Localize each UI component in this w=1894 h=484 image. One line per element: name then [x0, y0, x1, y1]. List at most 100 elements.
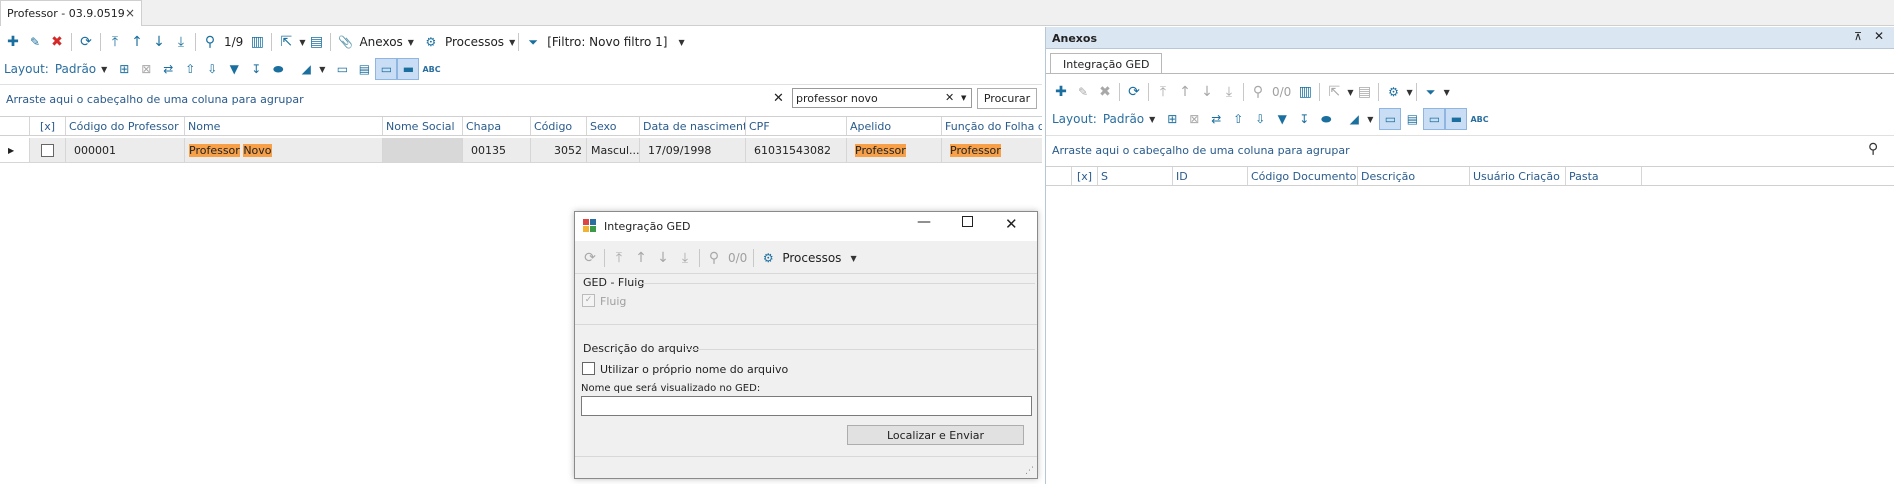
chevron-down-icon[interactable]: ▼: [961, 94, 966, 102]
column-header[interactable]: Descrição: [1358, 167, 1470, 185]
close-tab-icon[interactable]: ×: [125, 6, 135, 20]
layout-swap-icon[interactable]: ⇄: [1205, 108, 1227, 130]
search-button[interactable]: Procurar: [977, 88, 1037, 109]
shapes-icon[interactable]: ⬬: [1315, 108, 1337, 130]
move-up-icon[interactable]: ⇧: [179, 58, 201, 80]
refresh-icon[interactable]: ⟳: [75, 31, 97, 53]
move-down-icon[interactable]: ⇩: [1249, 108, 1271, 130]
columns-icon[interactable]: ▥: [1294, 81, 1316, 103]
next-record-icon[interactable]: ↓: [148, 31, 170, 53]
collapse-all-icon[interactable]: ⊠: [1183, 108, 1205, 130]
chevron-down-icon[interactable]: ▼: [850, 254, 856, 263]
collapse-all-icon[interactable]: ⊠: [135, 58, 157, 80]
table-row[interactable]: ▶ 000001 Professor Novo 00135 3052 Mascu…: [0, 138, 1042, 163]
paint-icon[interactable]: ▼: [223, 58, 245, 80]
refresh-icon[interactable]: ⟳: [1123, 81, 1145, 103]
row-expand-icon[interactable]: ▶: [0, 138, 30, 162]
split-icon[interactable]: ▤: [1401, 108, 1423, 130]
pin-icon[interactable]: ↧: [245, 58, 267, 80]
last-record-icon[interactable]: ⤓: [674, 247, 696, 269]
split-icon[interactable]: ▤: [353, 58, 375, 80]
fluig-checkbox[interactable]: ✓: [582, 294, 595, 307]
processos-menu-button[interactable]: Processos: [782, 251, 841, 265]
edit-icon[interactable]: ✎: [1072, 81, 1094, 103]
column-header[interactable]: Código do Professor: [66, 117, 185, 135]
chevron-down-icon[interactable]: ▼: [101, 65, 107, 74]
column-header[interactable]: [x]: [30, 117, 66, 135]
header-toggle-icon[interactable]: ▭: [375, 58, 398, 80]
row-checkbox[interactable]: [41, 143, 54, 157]
export-icon[interactable]: ⇱: [275, 31, 297, 53]
spellcheck-icon[interactable]: ABC: [1470, 115, 1488, 124]
layout-select[interactable]: Padrão: [1103, 112, 1144, 126]
refresh-icon[interactable]: ⟳: [579, 247, 601, 269]
add-icon[interactable]: ✚: [2, 31, 24, 53]
column-header[interactable]: Sexo: [587, 117, 640, 135]
row-select-cell[interactable]: [30, 138, 66, 162]
shapes-icon[interactable]: ⬬: [267, 58, 289, 80]
gear-icon[interactable]: ⚙: [1382, 81, 1404, 103]
search-combo[interactable]: professor novo ✕ ▼: [792, 88, 972, 108]
column-header[interactable]: Chapa: [463, 117, 531, 135]
edit-icon[interactable]: ✎: [24, 31, 46, 53]
delete-icon[interactable]: ✖: [46, 31, 68, 53]
use-filename-checkbox[interactable]: [582, 362, 595, 375]
previous-record-icon[interactable]: ↑: [1174, 81, 1196, 103]
chevron-down-icon[interactable]: ▼: [408, 38, 414, 47]
pin-icon[interactable]: ↧: [1293, 108, 1315, 130]
clear-search-icon[interactable]: ✕: [773, 91, 784, 106]
column-header[interactable]: Nome: [185, 117, 383, 135]
next-record-icon[interactable]: ↓: [652, 247, 674, 269]
layout-select[interactable]: Padrão: [55, 62, 96, 76]
last-record-icon[interactable]: ⤓: [170, 31, 192, 53]
delete-icon[interactable]: ✖: [1094, 81, 1116, 103]
minimize-icon[interactable]: —: [917, 214, 931, 230]
column-header[interactable]: Apelido: [847, 117, 942, 135]
expand-all-icon[interactable]: ⊞: [1161, 108, 1183, 130]
previous-record-icon[interactable]: ↑: [630, 247, 652, 269]
tab-integracao-ged[interactable]: Integração GED: [1050, 53, 1162, 74]
first-record-icon[interactable]: ⤒: [1152, 81, 1174, 103]
filter-menu-button[interactable]: [Filtro: Novo filtro 1]: [547, 35, 667, 49]
chevron-down-icon[interactable]: ▼: [1367, 115, 1373, 124]
column-header[interactable]: ID: [1173, 167, 1248, 185]
processos-menu-button[interactable]: Processos: [445, 35, 504, 49]
report-icon[interactable]: ▤: [305, 31, 327, 53]
document-tab[interactable]: Professor - 03.9.0519 ×: [0, 0, 142, 26]
header-toggle-icon[interactable]: ▭: [1423, 108, 1446, 130]
maximize-icon[interactable]: [962, 216, 973, 227]
row-toggle-icon[interactable]: ▬: [397, 58, 420, 80]
footer-icon[interactable]: ▭: [1379, 108, 1402, 130]
last-record-icon[interactable]: ⤓: [1218, 81, 1240, 103]
search-icon[interactable]: ⚲: [1247, 81, 1269, 103]
ged-name-input[interactable]: [581, 396, 1032, 416]
column-header[interactable]: Usuário Criação: [1470, 167, 1566, 185]
dialog-titlebar[interactable]: Integração GED — ✕: [575, 212, 1037, 241]
export-icon[interactable]: ⇱: [1323, 81, 1345, 103]
paint-icon[interactable]: ▼: [1271, 108, 1293, 130]
column-header[interactable]: Código: [531, 117, 587, 135]
resize-grip-icon[interactable]: ⋰: [1025, 466, 1034, 476]
previous-record-icon[interactable]: ↑: [126, 31, 148, 53]
column-header[interactable]: Função do Folha de: [942, 117, 1042, 135]
localizar-enviar-button[interactable]: Localizar e Enviar: [847, 425, 1024, 445]
filter-icon[interactable]: ⏷: [522, 31, 544, 53]
expand-all-icon[interactable]: ⊞: [113, 58, 135, 80]
row-toggle-icon[interactable]: ▬: [1445, 108, 1468, 130]
pin-icon[interactable]: ⊼: [1854, 30, 1862, 43]
search-input[interactable]: professor novo: [796, 92, 878, 105]
move-down-icon[interactable]: ⇩: [201, 58, 223, 80]
columns-icon[interactable]: ▥: [246, 31, 268, 53]
chevron-down-icon[interactable]: ▼: [319, 65, 325, 74]
column-header[interactable]: Código Documento: [1248, 167, 1358, 185]
search-icon[interactable]: ⚲: [1868, 141, 1878, 157]
column-header[interactable]: S: [1098, 167, 1173, 185]
chevron-down-icon[interactable]: ▼: [1149, 115, 1155, 124]
chevron-down-icon[interactable]: ▼: [509, 38, 515, 47]
column-header[interactable]: Data de nascimento: [640, 117, 746, 135]
close-panel-icon[interactable]: ✕: [1874, 29, 1884, 43]
move-up-icon[interactable]: ⇧: [1227, 108, 1249, 130]
footer-icon[interactable]: ▭: [331, 58, 353, 80]
chevron-down-icon[interactable]: ▼: [1406, 88, 1412, 97]
chart-icon[interactable]: ◢: [1343, 108, 1365, 130]
